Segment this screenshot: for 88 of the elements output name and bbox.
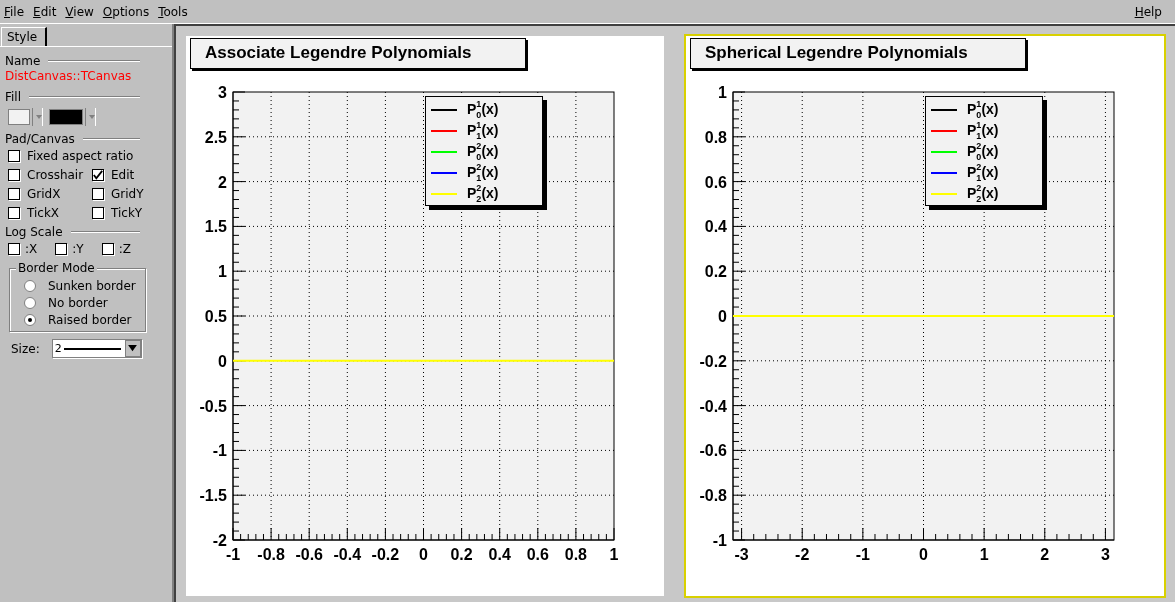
legend-label: P$^{1}$$_{1}$(x): [467, 120, 499, 141]
section-heading: Log Scale: [5, 225, 63, 239]
plot-title: Spherical Legendre Polynomials: [690, 38, 1026, 69]
y-tick-label: -0.2: [699, 352, 727, 370]
y-tick-label: 0.8: [704, 128, 727, 146]
x-tick-label: 0: [919, 546, 928, 563]
checkbox-option[interactable]: :Z: [101, 239, 131, 258]
section-heading: Fill: [5, 90, 22, 104]
checkbox-option[interactable]: Fixed aspect ratio: [8, 146, 168, 165]
help-menu[interactable]: Help: [1134, 4, 1162, 19]
legend-label: P$^{2}$$_{1}$(x): [467, 162, 499, 183]
x-tick-label: 0.2: [450, 546, 473, 563]
checkbox-option[interactable]: :X: [8, 239, 38, 258]
radio-option[interactable]: Sunken border: [24, 277, 145, 294]
y-tick-label: 2.5: [204, 128, 227, 146]
menu-item[interactable]: File: [4, 4, 25, 19]
checkbox-option[interactable]: Edit: [92, 165, 168, 184]
y-tick-label: 1: [718, 84, 727, 101]
checkbox-option[interactable]: :Y: [55, 239, 84, 258]
y-tick-label: -0.4: [699, 397, 727, 415]
legend-label: P$^{2}$$_{0}$(x): [967, 141, 999, 162]
x-tick-label: 1: [609, 546, 619, 563]
radio-option[interactable]: Raised border: [24, 311, 145, 328]
legend-label: P$^{2}$$_{2}$(x): [467, 183, 499, 204]
y-tick-label: 0.5: [204, 308, 227, 325]
size-label: Size:: [11, 341, 40, 356]
color-swatch[interactable]: [8, 109, 30, 125]
plot-pad[interactable]: -2 -1.5 -1 -0.5 0 0.5 1 1.5 2 2.5 3 -1 -0.8 -0.6 -0.4 -0.2 0 0.2 0.4 0.6 0.8 1 Associate Legendre Polynomials P$^{1}$$_{0}$(x) P$^{1}$$_{1}$(x) P$^{2}$$_{0}$(x) P$^{2}$$_{1}$(x) P$^{2}$$_{2}$(x): [184, 34, 666, 598]
x-tick-label: 0: [419, 546, 428, 563]
checkbox-option[interactable]: TickX: [8, 203, 92, 222]
x-tick-label: 2: [1040, 546, 1050, 563]
y-tick-label: -0.5: [199, 397, 227, 415]
legend-label: P$^{1}$$_{0}$(x): [467, 99, 499, 120]
y-tick-label: 0.2: [704, 263, 727, 281]
y-tick-label: -1: [712, 532, 727, 549]
y-tick-label: 0.4: [704, 218, 727, 236]
checkbox-option[interactable]: TickY: [92, 203, 168, 222]
y-tick-label: 0: [218, 352, 227, 370]
x-tick-label: -2: [795, 546, 810, 563]
x-tick-label: 0.4: [488, 546, 511, 563]
y-tick-label: -1: [212, 442, 227, 460]
legend-label: P$^{2}$$_{0}$(x): [467, 141, 499, 162]
y-tick-label: 1.5: [204, 218, 227, 236]
legend-label: P$^{2}$$_{2}$(x): [967, 183, 999, 204]
section-heading: Name: [5, 54, 41, 68]
y-tick-label: -1.5: [199, 487, 227, 505]
line-width-dropdown[interactable]: 2: [51, 339, 142, 358]
x-tick-label: -0.2: [371, 546, 400, 563]
x-tick-label: -3: [734, 546, 749, 563]
checkbox-option[interactable]: GridX: [8, 184, 92, 203]
y-tick-label: -2: [212, 532, 227, 549]
canvas-name: DistCanvas::TCanvas: [5, 69, 133, 83]
checkmark-icon: [93, 169, 103, 180]
x-tick-label: -1: [225, 546, 241, 563]
x-tick-label: 3: [1100, 546, 1110, 563]
x-tick-label: -0.8: [257, 546, 285, 563]
checkbox-option[interactable]: Crosshair: [8, 165, 92, 184]
style-tab[interactable]: Style: [1, 27, 48, 46]
y-tick-label: 0: [718, 308, 727, 325]
y-tick-label: -0.8: [699, 487, 727, 505]
x-tick-label: -1: [855, 546, 870, 563]
y-tick-label: 2: [218, 173, 227, 191]
radio-option[interactable]: No border: [24, 294, 145, 311]
y-tick-label: 1: [218, 263, 227, 281]
section-heading: Pad/Canvas: [5, 132, 75, 146]
x-tick-label: 1: [979, 546, 989, 563]
checkbox-option[interactable]: GridY: [92, 184, 168, 203]
dropdown-arrow-icon[interactable]: [85, 108, 96, 126]
x-tick-label: -0.4: [333, 546, 362, 563]
plot-pad[interactable]: -1 -0.8 -0.6 -0.4 -0.2 0 0.2 0.4 0.6 0.8 1 -3 -2 -1 0 1 2 3 Spherical Legendre Polynomials P$^{1}$$_{0}$(x) P$^{1}$$_{1}$(x) P$^{2}$$_{0}$(x) P$^{2}$$_{1}$(x) P$^{2}$$_{2}$(x): [684, 34, 1166, 598]
dropdown-arrow-icon: [128, 345, 138, 352]
legend-label: P$^{1}$$_{0}$(x): [967, 99, 999, 120]
x-tick-label: -0.6: [295, 546, 323, 563]
menu-item[interactable]: Tools: [158, 4, 188, 19]
legend-label: P$^{2}$$_{1}$(x): [967, 162, 999, 183]
plot-title: Associate Legendre Polynomials: [190, 38, 526, 69]
menu-item[interactable]: Options: [102, 4, 150, 19]
dropdown-arrow-icon[interactable]: [32, 108, 43, 126]
color-swatch[interactable]: [49, 109, 83, 125]
menu-item[interactable]: Edit: [33, 4, 57, 19]
y-tick-label: 3: [218, 84, 227, 101]
legend-label: P$^{1}$$_{1}$(x): [967, 120, 999, 141]
y-tick-label: 0.6: [704, 173, 727, 191]
menu-item[interactable]: View: [65, 4, 94, 19]
y-tick-label: -0.6: [699, 442, 727, 460]
x-tick-label: 0.6: [526, 546, 549, 563]
x-tick-label: 0.8: [564, 546, 588, 563]
group-title: Border Mode: [16, 261, 97, 275]
